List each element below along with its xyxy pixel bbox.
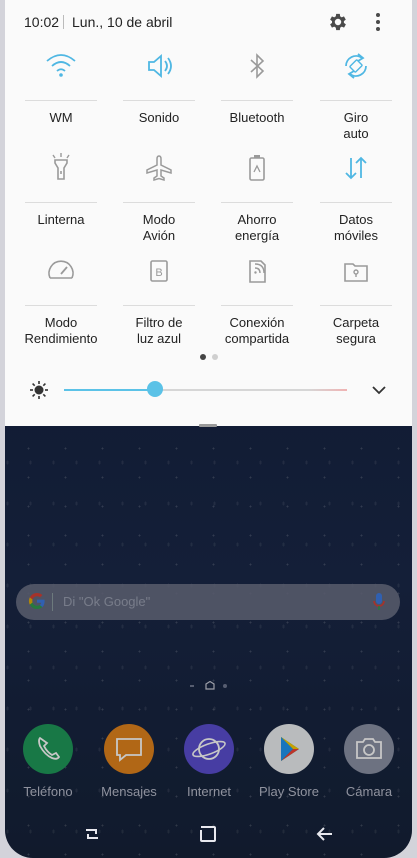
quick-tile-label: Bluetooth <box>229 110 285 125</box>
camera-icon <box>344 724 394 774</box>
dock-app-label: Teléfono <box>23 784 73 799</box>
status-separator <box>63 15 64 29</box>
brightness-icon <box>29 380 49 400</box>
quick-tile-label: Modo Avión <box>142 212 176 243</box>
home-page-indicator <box>190 678 230 696</box>
chevron-down-icon[interactable] <box>370 382 388 398</box>
page-dot-active <box>200 354 206 360</box>
recent-apps-icon[interactable] <box>81 823 103 845</box>
messages-icon <box>104 724 154 774</box>
tile-divider <box>123 202 195 203</box>
quick-tile-label: Conexión compartida <box>224 315 290 346</box>
tile-divider <box>123 100 195 101</box>
quick-tile-label: Datos móviles <box>333 212 379 243</box>
dock-app-label: Cámara <box>345 784 393 799</box>
gear-icon[interactable] <box>327 11 349 33</box>
speaker-icon <box>141 48 177 84</box>
search-placeholder: Di "Ok Google" <box>63 594 151 609</box>
tile-divider <box>25 305 97 306</box>
brightness-track-filled <box>64 389 155 391</box>
screen: Di "Ok Google" Teléfono Mensajes Internet P… <box>5 0 412 858</box>
brightness-track[interactable] <box>154 389 347 391</box>
quick-tile-label: Ahorro energía <box>234 212 280 243</box>
hotspot-icon <box>239 253 275 289</box>
quick-tile-label: Filtro de luz azul <box>135 315 183 346</box>
phone-frame: Di "Ok Google" Teléfono Mensajes Internet P… <box>0 0 417 858</box>
performance-icon <box>43 253 79 289</box>
flashlight-icon <box>43 150 79 186</box>
tile-divider <box>123 305 195 306</box>
tile-divider <box>221 202 293 203</box>
wifi-icon <box>43 48 79 84</box>
quick-tile-label: Linterna <box>37 212 85 227</box>
status-time: 10:02 <box>24 14 60 30</box>
status-bar: 10:02 Lun., 10 de abril <box>5 0 412 44</box>
google-logo-icon <box>27 591 47 613</box>
svg-text:B: B <box>155 267 162 279</box>
tile-divider <box>320 202 392 203</box>
quick-tile-label: Modo Rendimiento <box>24 315 98 346</box>
more-options-icon[interactable] <box>368 11 388 33</box>
mobile-data-icon <box>338 150 374 186</box>
tile-divider <box>25 100 97 101</box>
page-dot <box>212 354 218 360</box>
bluetooth-icon <box>239 48 275 84</box>
dock-app-label: Mensajes <box>101 784 157 799</box>
tile-divider <box>25 202 97 203</box>
internet-icon <box>184 724 234 774</box>
panel-drag-handle[interactable] <box>199 414 217 427</box>
airplane-icon <box>141 150 177 186</box>
quick-tile-label: Giro auto <box>343 110 369 141</box>
tile-divider <box>221 100 293 101</box>
auto-rotate-icon <box>338 48 374 84</box>
brightness-slider-thumb[interactable] <box>146 381 163 397</box>
quick-tile-label: WM <box>49 110 73 125</box>
tile-divider <box>320 100 392 101</box>
mic-icon[interactable] <box>372 592 386 612</box>
quick-tile-label: Sonido <box>138 110 180 125</box>
search-divider <box>52 593 53 611</box>
dock-app-label: Play Store <box>259 784 319 799</box>
quick-tile-label: Carpeta segura <box>332 315 380 346</box>
tile-divider <box>221 305 293 306</box>
secure-folder-icon <box>338 253 374 289</box>
navigation-bar <box>5 810 412 858</box>
tile-divider <box>320 305 392 306</box>
back-icon[interactable] <box>314 823 336 845</box>
google-search-bar[interactable]: Di "Ok Google" <box>16 584 400 620</box>
dock-app-label: Internet <box>186 784 232 799</box>
battery-saver-icon <box>239 150 275 186</box>
quick-settings-panel: 10:02 Lun., 10 de abril WM Sonido Bluetoot… <box>5 0 412 427</box>
phone-icon <box>23 724 73 774</box>
status-date: Lun., 10 de abril <box>72 14 173 30</box>
play-store-icon <box>264 724 314 774</box>
home-button-icon[interactable] <box>197 823 219 845</box>
blue-light-filter-icon: B <box>141 253 177 289</box>
